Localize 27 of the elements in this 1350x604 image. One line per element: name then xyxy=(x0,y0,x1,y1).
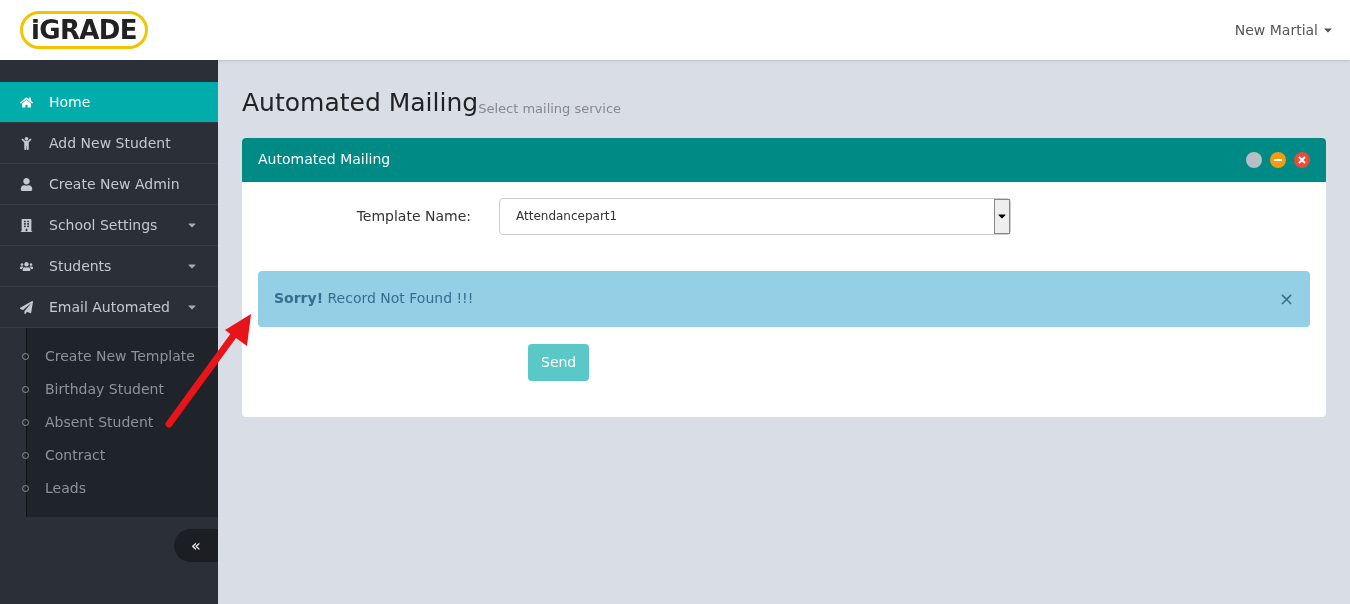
home-icon xyxy=(20,95,33,109)
expand-icon[interactable] xyxy=(1246,151,1262,168)
panel-title: Automated Mailing xyxy=(258,150,391,169)
close-icon[interactable] xyxy=(1294,151,1310,168)
users-icon xyxy=(20,259,33,273)
page-title: Automated Mailing xyxy=(242,87,479,119)
collapse-button[interactable]: « xyxy=(174,529,218,562)
building-icon xyxy=(20,218,33,232)
alert-message: Sorry! Record Not Found !!! xyxy=(274,289,474,308)
logo[interactable]: iGRADE xyxy=(20,11,148,49)
sidebar-item[interactable]: Create New Admin xyxy=(0,164,218,205)
sidebar-item[interactable]: Students xyxy=(0,246,218,287)
user-menu[interactable]: New Martial xyxy=(1234,19,1334,41)
submenu-item[interactable]: Absent Student xyxy=(45,412,154,433)
submenu-item[interactable]: Birthday Student xyxy=(45,379,164,400)
field-label: Template Name: xyxy=(355,206,472,226)
submenu-item[interactable]: Contract xyxy=(45,445,106,466)
paper-plane-icon xyxy=(20,300,33,314)
submenu-item[interactable]: Create New Template xyxy=(45,346,195,367)
page-subtitle: Select mailing service xyxy=(478,100,622,118)
minimize-icon[interactable] xyxy=(1270,151,1286,168)
submenu-item[interactable]: Leads xyxy=(45,478,86,499)
user-icon xyxy=(20,177,33,191)
sidebar-item[interactable]: School Settings xyxy=(0,205,218,246)
sidebar-item[interactable]: Add New Student xyxy=(0,123,218,164)
person-icon xyxy=(20,136,33,150)
template-select[interactable]: Attendancepart1 xyxy=(499,197,1011,235)
